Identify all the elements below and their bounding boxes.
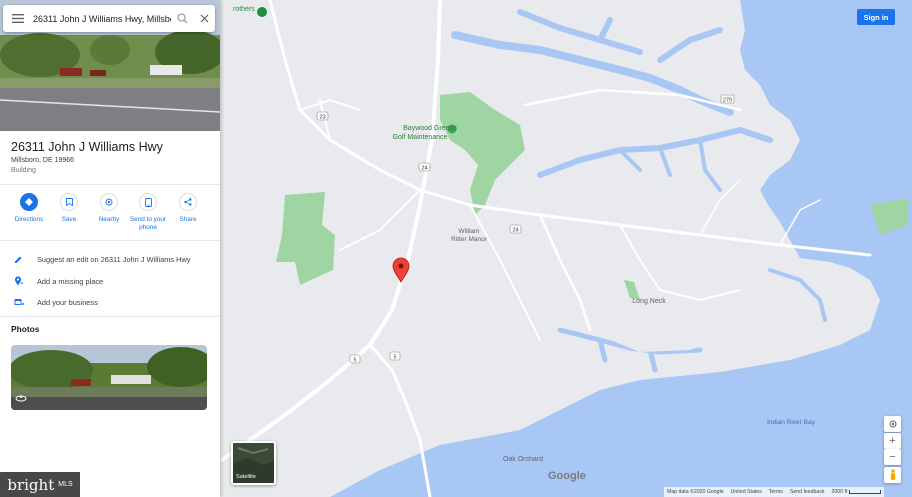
country-link[interactable]: United States: [731, 489, 762, 495]
send-to-phone-label-line2: phone: [139, 224, 157, 231]
satellite-toggle[interactable]: Satellite: [231, 441, 276, 485]
photos-heading: Photos: [11, 324, 40, 334]
add-place-icon: [0, 276, 37, 286]
save-button[interactable]: Save: [49, 193, 89, 224]
directions-button[interactable]: Directions: [9, 193, 49, 224]
watermark-left: bright: [7, 475, 55, 494]
top-poi-label: rothers: [233, 6, 255, 13]
suggest-edit-row[interactable]: Suggest an edit on 26311 John J Williams…: [0, 251, 220, 267]
map-attribution: Map data ©2020 Google United States Term…: [664, 487, 885, 497]
send-to-phone-label-line1: Send to your: [129, 216, 167, 223]
bright-mls-watermark: bright MLS: [0, 472, 80, 497]
menu-icon[interactable]: [3, 5, 33, 32]
top-poi-icon[interactable]: [257, 7, 267, 17]
place-type: Building: [11, 167, 36, 174]
long-neck-label: Long Neck: [632, 298, 666, 305]
sign-in-button[interactable]: Sign in: [857, 9, 895, 25]
photo-thumbnail[interactable]: [11, 345, 207, 410]
watermark-right: MLS: [58, 481, 73, 488]
pegman-icon: [890, 469, 895, 480]
pegman-button[interactable]: [884, 467, 901, 483]
scale-label: 2000 ft: [831, 489, 848, 495]
send-to-phone-label: Send to your phone: [130, 216, 166, 232]
zoom-out-button[interactable]: −: [884, 449, 901, 465]
search-input[interactable]: 26311 John J Williams Hwy, Millsboro: [33, 14, 171, 24]
save-label: Save: [61, 216, 77, 223]
place-address: Millsboro, DE 19966: [11, 157, 75, 164]
place-panel: 26311 John J Williams Hwy, Millsboro 263…: [0, 0, 220, 497]
terms-link[interactable]: Terms: [769, 489, 783, 495]
divider: [0, 184, 220, 185]
directions-label: Directions: [14, 216, 44, 223]
manor-label-line2: Ritter Manor: [451, 236, 488, 243]
action-bar: Directions Save Nearby Send to your phone…: [0, 193, 220, 237]
shield-24a-label: 24: [421, 165, 427, 171]
zoom-in-button[interactable]: +: [884, 433, 901, 449]
golf-label-line2: Golf Maintenance: [393, 134, 448, 141]
shield-23-label: 23: [319, 114, 325, 120]
search-box[interactable]: 26311 John J Williams Hwy, Millsboro: [3, 5, 215, 32]
suggest-edit-text: Suggest an edit on 26311 John J Williams…: [37, 254, 191, 264]
share-button[interactable]: Share: [168, 193, 208, 224]
phone-icon: [139, 193, 157, 211]
divider: [0, 240, 220, 241]
street-view-360-icon: [15, 389, 27, 407]
shield-24b-label: 24: [512, 227, 518, 233]
close-icon[interactable]: [193, 5, 215, 32]
bookmark-icon: [60, 193, 78, 211]
nearby-button[interactable]: Nearby: [89, 193, 129, 224]
oak-orchard-label: Oak Orchard: [503, 456, 543, 463]
shield-279-label: 279: [723, 97, 732, 103]
manor-label-line1: William: [459, 228, 480, 235]
divider: [0, 316, 220, 317]
place-title: 26311 John J Williams Hwy: [11, 140, 163, 154]
my-location-button[interactable]: [884, 416, 901, 432]
add-business-icon: [0, 298, 37, 307]
add-business-row[interactable]: Add your business: [0, 294, 220, 310]
indian-river-bay-label: Indian River Bay: [767, 419, 815, 426]
map-data-text: Map data ©2020 Google: [667, 489, 724, 495]
add-missing-place-row[interactable]: Add a missing place: [0, 273, 220, 289]
search-icon[interactable]: [171, 5, 193, 32]
add-business-text: Add your business: [37, 297, 98, 307]
add-missing-place-text: Add a missing place: [37, 276, 104, 286]
shield-5b-label: 5: [393, 354, 396, 360]
my-location-icon: [889, 420, 896, 428]
scale-line: [849, 490, 882, 494]
google-logo: Google: [548, 470, 586, 482]
satellite-label: Satellite: [236, 474, 256, 480]
scale-bar[interactable]: 2000 ft: [832, 489, 882, 495]
share-label: Share: [179, 216, 197, 223]
share-icon: [179, 193, 197, 211]
send-feedback-link[interactable]: Send feedback: [790, 489, 825, 495]
nearby-label: Nearby: [98, 216, 120, 223]
nearby-icon: [100, 193, 118, 211]
directions-icon: [20, 193, 38, 211]
golf-label-line1: Baywood Greens: [403, 125, 457, 132]
send-to-phone-button[interactable]: Send to your phone: [128, 193, 168, 232]
shield-5a-label: 5: [353, 357, 356, 363]
pencil-icon: [0, 255, 37, 264]
